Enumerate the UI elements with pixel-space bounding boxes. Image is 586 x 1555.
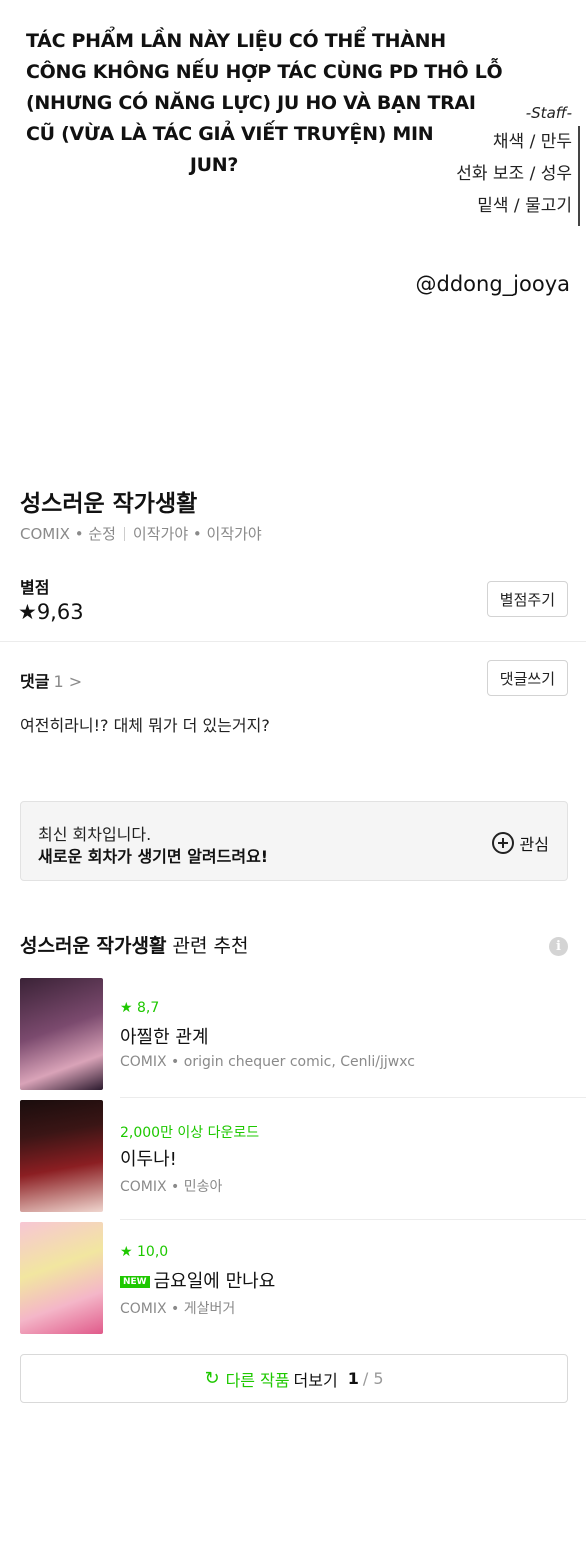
thumbnail-image [20, 1222, 103, 1334]
staff-line: 채색 / 만두 [492, 132, 572, 152]
promo-caption: TÁC PHẨM LẦN NÀY LIỆU CÓ THỂ THÀNH CÔNG … [26, 26, 503, 181]
thumbnail-image [20, 978, 103, 1090]
recommend-rating: ★ 10,0 [120, 1244, 169, 1260]
promo-line: (NHƯNG CÓ NĂNG LỰC) JU HO VÀ BẠN TRAI [26, 92, 476, 114]
refresh-icon: ↻ [204, 1368, 220, 1389]
recommend-list: ★ 8,7 아찔한 관계 COMIX • origin chequer comi… [0, 976, 586, 1342]
info-icon[interactable]: i [549, 937, 568, 956]
recommend-name-text: 금요일에 만나요 [153, 1271, 276, 1292]
staff-title: -Staff- [525, 104, 572, 122]
platform-label: COMIX [20, 525, 70, 543]
rate-button[interactable]: 별점주기 [486, 581, 568, 617]
staff-credits: -Staff- 채색 / 만두 선화 보조 / 성우 밑색 / 물고기 [442, 104, 572, 222]
promo-line: CŨ (VỪA LÀ TÁC GIẢ VIẾT TRUYỆN) MIN [26, 123, 434, 145]
notice-line2: 새로운 회차가 생기면 알려드려요! [38, 847, 269, 866]
comments-label: 댓글 [20, 672, 50, 691]
recommend-downloads: 2,000만 이상 다운로드 [120, 1125, 260, 1141]
promo-line: JUN? [189, 154, 239, 176]
meta-divider [123, 527, 125, 541]
work-title: 성스러운 작가생활 [20, 491, 198, 517]
recommend-title: 성스러운 작가생활 관련 추천 [20, 931, 248, 958]
promo-line: CÔNG KHÔNG NẾU HỢP TÁC CÙNG PD THÔ LỖ [26, 61, 503, 83]
recommend-rating: ★ 8,7 [120, 1000, 160, 1016]
page-total: / 5 [362, 1369, 384, 1388]
rating-value: ★9,63 [18, 600, 84, 624]
page-current: 1 [347, 1369, 359, 1388]
recommend-name: 아찔한 관계 [120, 1027, 209, 1048]
recommend-meta: COMIX • 민송아 [120, 1179, 223, 1195]
more-label-green: 다른 작품 [225, 1370, 290, 1390]
more-works-button[interactable]: ↻ 다른 작품 더보기 1 / 5 [20, 1354, 568, 1403]
recommend-title-work: 성스러운 작가생활 [20, 935, 167, 957]
latest-episode-notice: 최신 회차입니다. 새로운 회차가 생기면 알려드려요! 관심 [20, 801, 568, 881]
recommend-item[interactable]: ★ 8,7 아찔한 관계 COMIX • origin chequer comi… [0, 976, 586, 1098]
artist-handle: @ddong_jooya [415, 272, 570, 296]
author-story[interactable]: 이작가야 [133, 525, 188, 543]
staff-line: 밑색 / 물고기 [477, 196, 572, 216]
staff-line: 선화 보조 / 성우 [456, 164, 572, 184]
comic-panel: TÁC PHẨM LẦN NÀY LIỆU CÓ THỂ THÀNH CÔNG … [0, 0, 586, 470]
recommend-name: NEW 금요일에 만나요 [120, 1267, 275, 1293]
recommend-name: 이두나! [120, 1149, 177, 1170]
comments-count: 1 > [53, 672, 83, 691]
work-meta: COMIX • 순정 이작가야 • 이작가야 [20, 525, 262, 543]
recommend-item[interactable]: ★ 10,0 NEW 금요일에 만나요 COMIX • 게살버거 [0, 1220, 586, 1342]
subscribe-label: 관심 [519, 835, 549, 854]
more-label: 더보기 [293, 1370, 338, 1390]
recommend-title-rest: 관련 추천 [172, 935, 249, 957]
promo-line: TÁC PHẨM LẦN NÀY LIỆU CÓ THỂ THÀNH [26, 30, 446, 52]
new-badge: NEW [120, 1276, 150, 1288]
write-comment-button[interactable]: 댓글쓰기 [486, 660, 568, 696]
genre-label[interactable]: 순정 [88, 525, 116, 543]
rating-label: 별점 [20, 578, 50, 597]
recommend-meta: COMIX • origin chequer comic, Cenli/jjwx… [120, 1054, 415, 1070]
recommend-item[interactable]: 2,000만 이상 다운로드 이두나! COMIX • 민송아 [0, 1098, 586, 1220]
thumbnail-image [20, 1100, 103, 1212]
section-divider [0, 641, 586, 642]
notice-line1: 최신 회차입니다. [38, 825, 152, 844]
comments-header[interactable]: 댓글 1 > [20, 668, 82, 692]
author-art[interactable]: 이작가야 [207, 525, 262, 543]
recommend-meta: COMIX • 게살버거 [120, 1301, 236, 1317]
staff-bracket [578, 126, 580, 226]
plus-circle-icon [491, 832, 514, 854]
top-comment: 여전히라니!? 대체 뭐가 더 있는거지? [20, 716, 270, 735]
subscribe-button[interactable]: 관심 [491, 831, 549, 855]
